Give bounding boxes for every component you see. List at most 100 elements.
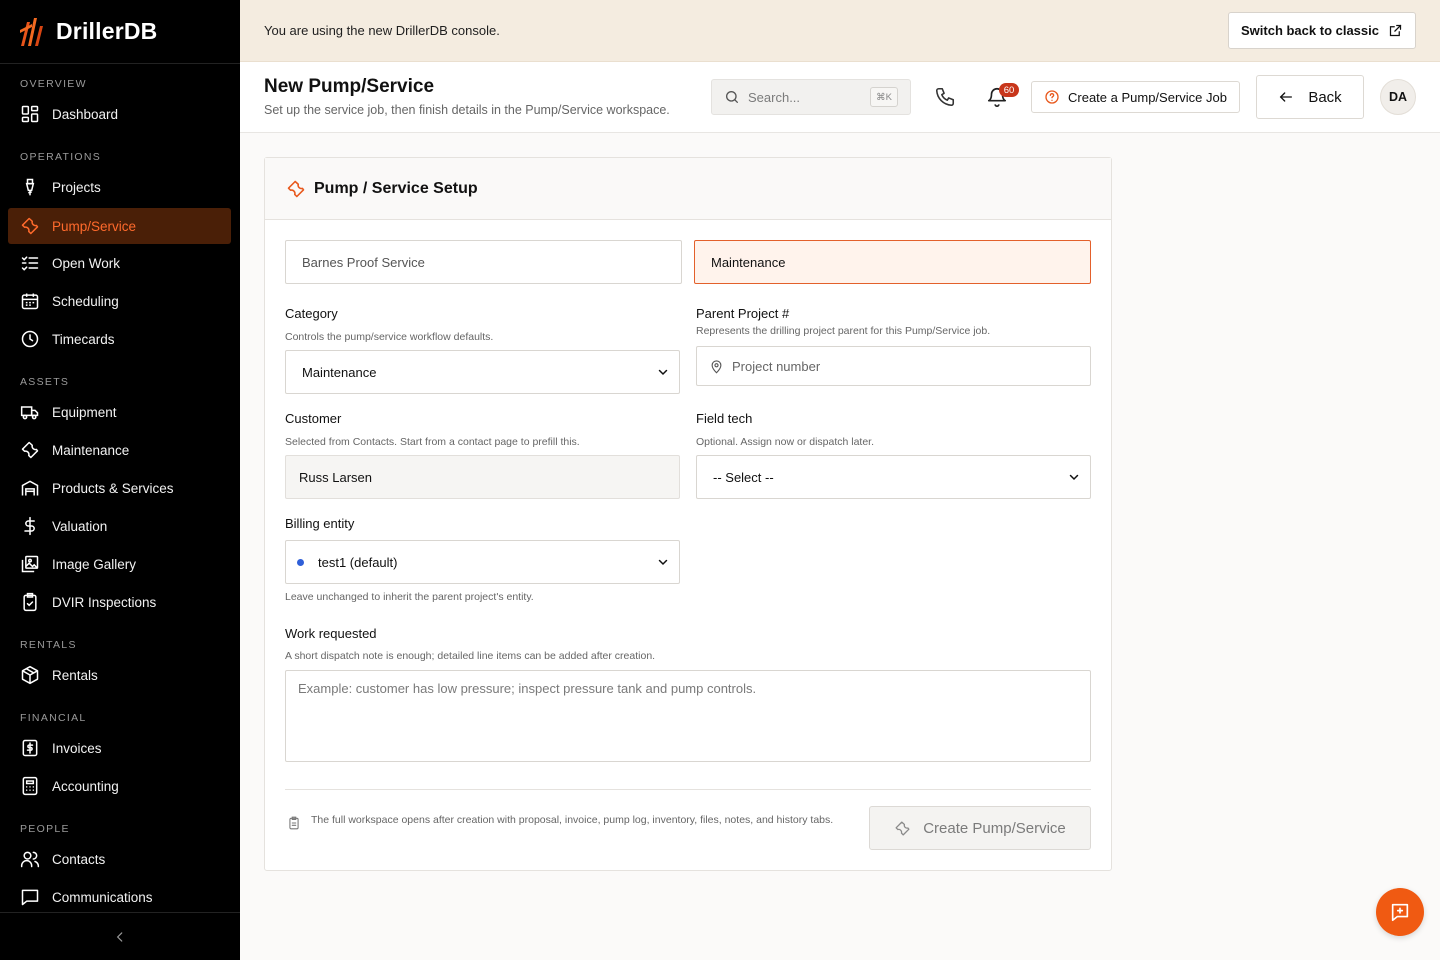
- collapse-sidebar-button[interactable]: [108, 925, 132, 949]
- sidebar-item-label: Projects: [52, 179, 101, 195]
- sidebar-item-label: Image Gallery: [52, 556, 137, 572]
- sidebar-item-invoices[interactable]: Invoices: [8, 730, 231, 766]
- sidebar-item-image-gallery[interactable]: Image Gallery: [8, 546, 231, 582]
- clipboard-icon: [289, 816, 299, 830]
- sidebar-item-accounting[interactable]: Accounting: [8, 768, 231, 804]
- search-input[interactable]: [748, 89, 866, 105]
- service-type-input[interactable]: [694, 240, 1091, 284]
- sidebar-item-label: Contacts: [52, 851, 106, 867]
- sidebar-item-equipment[interactable]: Equipment: [8, 394, 231, 430]
- sidebar-item-label: Dashboard: [52, 106, 119, 122]
- search-shortcut: ⌘K: [870, 87, 898, 107]
- field-tech-hint: Optional. Assign now or dispatch later.: [696, 436, 875, 448]
- section-label-assets: ASSETS: [20, 376, 70, 388]
- sidebar-item-communications[interactable]: Communications: [8, 879, 231, 912]
- calendar-icon: [21, 293, 39, 310]
- sidebar-item-label: Timecards: [52, 331, 115, 347]
- sidebar-item-label: DVIR Inspections: [52, 594, 157, 610]
- truck-icon: [20, 406, 39, 420]
- workspace-footnote: The full workspace opens after creation …: [287, 813, 847, 830]
- work-requested-textarea[interactable]: [285, 670, 1091, 762]
- invoice-icon: [22, 739, 38, 757]
- category-select[interactable]: Maintenance: [285, 350, 680, 394]
- phone-button[interactable]: [927, 79, 963, 115]
- parent-project-hint: Represents the drilling project parent f…: [696, 325, 991, 337]
- switch-to-classic-label: Switch back to classic: [1240, 23, 1379, 38]
- chevron-down-icon: [658, 369, 668, 376]
- drillerdb-logo-icon: [20, 17, 43, 46]
- external-link-icon: [1389, 24, 1402, 37]
- customer-hint: Selected from Contacts. Start from a con…: [285, 436, 580, 448]
- parent-project-label: Parent Project #: [696, 306, 790, 321]
- sidebar-item-label: Products & Services: [52, 480, 174, 496]
- work-requested-hint: A short dispatch note is enough; detaile…: [285, 650, 656, 662]
- service-name-input[interactable]: [285, 240, 682, 284]
- calculator-icon: [22, 776, 38, 796]
- checklist-icon: [21, 256, 39, 271]
- sidebar-item-rentals[interactable]: Rentals: [8, 657, 231, 693]
- sidebar-item-label: Rentals: [52, 667, 98, 683]
- section-label-rentals: RENTALS: [20, 639, 77, 651]
- feedback-fab-button[interactable]: [1376, 888, 1424, 936]
- billing-entity-select-value: test1 (default): [318, 554, 398, 570]
- sidebar-item-maintenance[interactable]: Maintenance: [8, 432, 231, 468]
- search-box[interactable]: ⌘K: [711, 79, 911, 115]
- brand[interactable]: DrillerDB: [0, 0, 240, 64]
- sidebar-item-label: Communications: [52, 889, 153, 905]
- parent-project-input[interactable]: [732, 358, 1072, 374]
- chevron-left-icon: [116, 931, 123, 942]
- sidebar-item-contacts[interactable]: Contacts: [8, 841, 231, 877]
- warehouse-icon: [21, 480, 39, 496]
- sidebar-item-dvir-inspections[interactable]: DVIR Inspections: [8, 584, 231, 620]
- category-hint: Controls the pump/service workflow defau…: [285, 331, 494, 343]
- switch-to-classic-button[interactable]: Switch back to classic: [1227, 12, 1416, 49]
- wrench-icon: [21, 441, 39, 459]
- sidebar-item-pump-service[interactable]: Pump/Service: [8, 208, 231, 244]
- console-banner: You are using the new DrillerDB console.…: [240, 0, 1440, 62]
- sidebar-item-open-work[interactable]: Open Work: [8, 245, 231, 281]
- sidebar-item-valuation[interactable]: Valuation: [8, 508, 231, 544]
- user-avatar[interactable]: DA: [1380, 79, 1416, 115]
- notification-count-badge: 60: [999, 83, 1019, 97]
- wrench-icon: [21, 217, 39, 235]
- sidebar-item-timecards[interactable]: Timecards: [8, 321, 231, 357]
- create-pump-service-job-button[interactable]: Create a Pump/Service Job: [1031, 81, 1240, 113]
- page-title: New Pump/Service: [264, 76, 435, 97]
- clock-icon: [21, 330, 39, 348]
- message-icon: [21, 889, 39, 906]
- customer-field: Russ Larsen: [285, 455, 680, 499]
- sidebar-item-scheduling[interactable]: Scheduling: [8, 283, 231, 319]
- field-tech-select[interactable]: -- Select --: [696, 455, 1091, 499]
- sidebar-item-label: Equipment: [52, 404, 117, 420]
- package-icon: [21, 665, 39, 685]
- category-select-value: Maintenance: [302, 364, 377, 380]
- back-label: Back: [1308, 88, 1342, 106]
- category-label: Category: [285, 306, 338, 321]
- parent-project-field[interactable]: [696, 346, 1091, 386]
- gallery-icon: [21, 555, 39, 573]
- wrench-icon: [287, 180, 305, 197]
- sidebar-item-label: Pump/Service: [52, 218, 137, 234]
- sidebar-item-label: Valuation: [52, 518, 108, 534]
- section-label-people: PEOPLE: [20, 823, 70, 835]
- sidebar-item-projects[interactable]: Projects: [8, 169, 231, 205]
- phone-icon: [935, 87, 955, 107]
- card-title: Pump / Service Setup: [314, 179, 478, 197]
- banner-text: You are using the new DrillerDB console.: [264, 23, 500, 38]
- sidebar-item-label: Open Work: [52, 255, 121, 271]
- map-pin-icon: [711, 359, 722, 374]
- chevron-down-icon: [1069, 474, 1079, 481]
- sidebar-item-products-services[interactable]: Products & Services: [8, 470, 231, 506]
- sidebar-item-label: Accounting: [52, 778, 119, 794]
- brand-name: DrillerDB: [56, 18, 158, 44]
- customer-label: Customer: [285, 411, 342, 426]
- notifications-button[interactable]: 60: [979, 79, 1019, 115]
- billing-entity-select[interactable]: test1 (default): [285, 540, 680, 584]
- create-pump-service-button[interactable]: Create Pump/Service: [869, 806, 1091, 850]
- billing-entity-hint: Leave unchanged to inherit the parent pr…: [285, 591, 534, 603]
- clipboard-check-icon: [23, 592, 37, 612]
- sidebar-item-dashboard[interactable]: Dashboard: [8, 96, 231, 132]
- billing-entity-label: Billing entity: [285, 516, 355, 531]
- back-button[interactable]: Back: [1256, 75, 1364, 119]
- sidebar-item-label: Maintenance: [52, 442, 130, 458]
